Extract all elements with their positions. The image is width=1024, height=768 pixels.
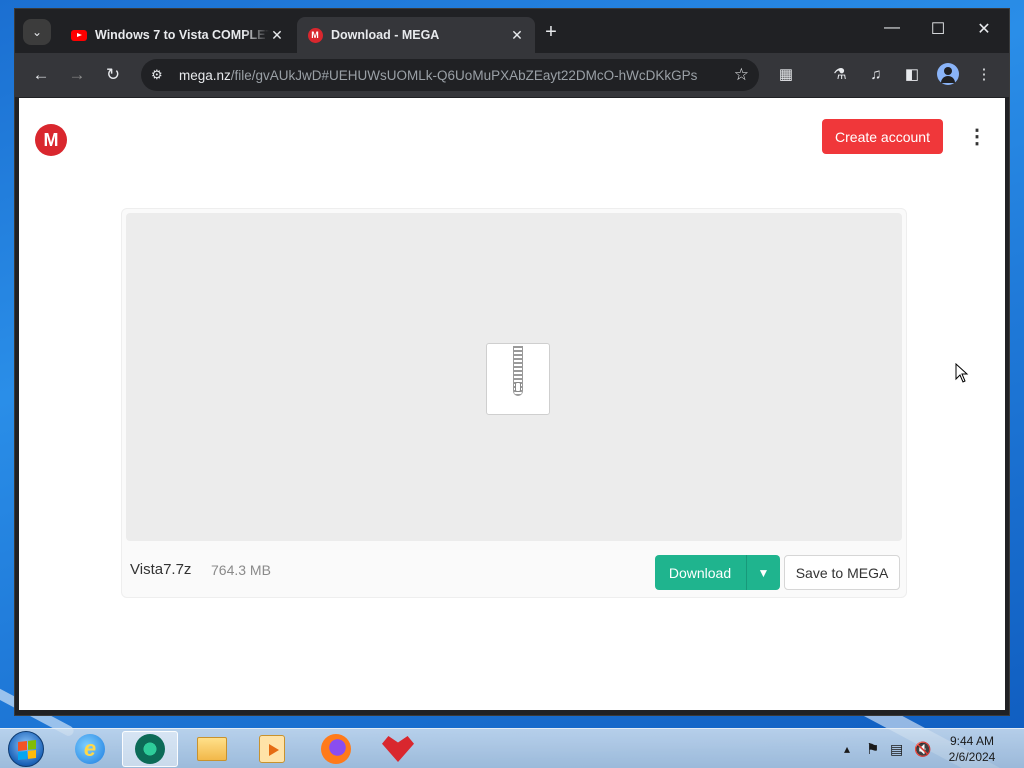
- file-name: Vista7.7z: [130, 561, 192, 578]
- internet-explorer-icon: e: [75, 734, 105, 764]
- start-button[interactable]: [8, 731, 44, 767]
- close-window-button[interactable]: ✕: [969, 19, 999, 39]
- file-preview: [126, 213, 902, 541]
- taskbar-browser[interactable]: [122, 731, 178, 767]
- clock-date: 2/6/2024: [948, 750, 996, 764]
- chevron-down-icon: ⌄: [31, 25, 43, 39]
- tab-youtube[interactable]: Windows 7 to Vista COMPLETE ✕: [61, 17, 295, 53]
- media-player-icon: [259, 735, 285, 763]
- tab-search-button[interactable]: ⌄: [23, 19, 51, 45]
- taskbar-media-player[interactable]: [244, 731, 300, 767]
- tab-title: Windows 7 to Vista COMPLETE: [95, 28, 269, 42]
- mega-page: M Create account ⋮ Vista7.7z 764.3 MB Do…: [19, 98, 1005, 710]
- system-clock[interactable]: 9:44 AM 2/6/2024: [936, 733, 1008, 765]
- create-account-button[interactable]: Create account: [822, 119, 943, 154]
- menu-kebab-icon[interactable]: ⋮: [973, 64, 995, 86]
- taskbar: e ▴ ⚑ ▤ 🔇 9:44 AM 2/6/2024: [0, 728, 1024, 768]
- maximize-button[interactable]: ☐: [923, 19, 953, 39]
- taskbar-internet-explorer[interactable]: e: [62, 731, 118, 767]
- close-tab-icon[interactable]: ✕: [509, 27, 525, 44]
- browser-toolbar: ← → ↻ ⚙ mega.nz/file/gvAUkJwD#UEHUWsUOML…: [15, 53, 1009, 97]
- profile-avatar-icon[interactable]: [937, 63, 959, 85]
- site-settings-icon[interactable]: ⚙: [151, 67, 173, 83]
- url-text[interactable]: mega.nz/file/gvAUkJwD#UEHUWsUOMLk-Q6UoMu…: [179, 68, 719, 83]
- taskbar-mega[interactable]: [370, 731, 426, 767]
- media-control-icon[interactable]: ♫: [865, 64, 887, 86]
- forward-arrow-icon[interactable]: →: [65, 64, 89, 86]
- browser-icon: [135, 734, 165, 764]
- youtube-icon: [71, 27, 87, 43]
- mega-logo[interactable]: M: [35, 124, 67, 156]
- back-arrow-icon[interactable]: ←: [29, 64, 53, 86]
- windows-logo-icon: [18, 740, 36, 760]
- zip-archive-icon: [486, 343, 550, 415]
- download-button[interactable]: Download ▼: [655, 555, 780, 590]
- show-hidden-icons-arrow[interactable]: ▴: [844, 729, 850, 768]
- bookmark-star-icon[interactable]: ☆: [734, 65, 749, 85]
- reload-icon[interactable]: ↻: [101, 64, 125, 86]
- minimize-button[interactable]: —: [877, 19, 907, 37]
- browser-window: ⌄ Windows 7 to Vista COMPLETE ✕ M Downlo…: [14, 8, 1010, 716]
- clock-time: 9:44 AM: [949, 734, 995, 748]
- mega-app-icon: [382, 736, 414, 762]
- save-to-mega-button[interactable]: Save to MEGA: [784, 555, 900, 590]
- network-icon[interactable]: ▤: [890, 729, 903, 768]
- taskbar-firefox[interactable]: [308, 731, 364, 767]
- address-bar[interactable]: ⚙ mega.nz/file/gvAUkJwD#UEHUWsUOMLk-Q6Uo…: [141, 59, 759, 91]
- folder-icon: [197, 737, 227, 761]
- tab-mega[interactable]: M Download - MEGA ✕: [297, 17, 535, 53]
- side-panel-icon[interactable]: ◧: [901, 64, 923, 86]
- extensions-puzzle-icon[interactable]: ▦: [775, 64, 797, 86]
- tab-title: Download - MEGA: [331, 28, 440, 42]
- new-tab-button[interactable]: +: [539, 21, 563, 44]
- taskbar-file-explorer[interactable]: [184, 731, 240, 767]
- labs-flask-icon[interactable]: ⚗: [829, 64, 851, 86]
- download-label[interactable]: Download: [655, 555, 745, 590]
- file-card: Vista7.7z 764.3 MB Download ▼ Save to ME…: [121, 208, 907, 598]
- more-options-icon[interactable]: ⋮: [967, 126, 987, 148]
- firefox-icon: [321, 734, 351, 764]
- tab-strip: ⌄ Windows 7 to Vista COMPLETE ✕ M Downlo…: [15, 9, 1009, 53]
- action-center-flag-icon[interactable]: ⚑: [866, 729, 879, 768]
- mega-icon: M: [307, 27, 323, 43]
- chevron-down-icon[interactable]: ▼: [746, 555, 780, 590]
- volume-muted-icon[interactable]: 🔇: [914, 729, 931, 768]
- file-size: 764.3 MB: [211, 562, 271, 578]
- close-tab-icon[interactable]: ✕: [269, 27, 285, 44]
